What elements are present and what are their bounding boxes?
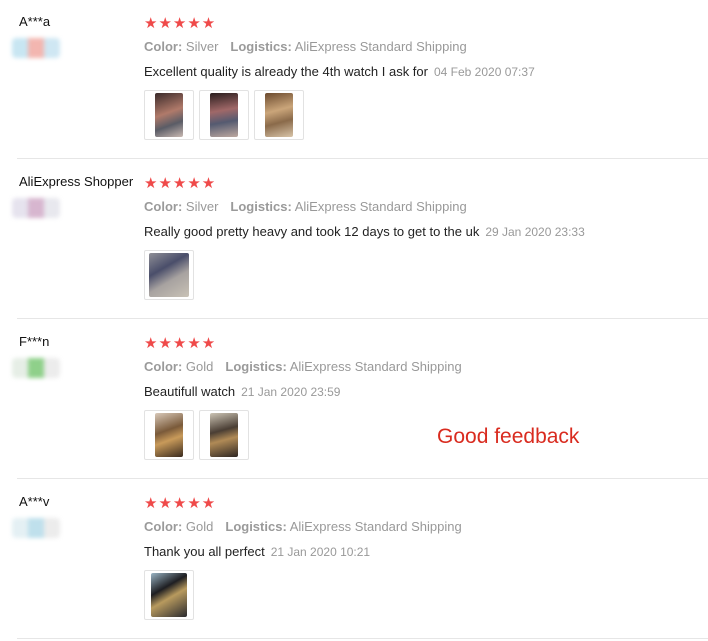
- review-text: Really good pretty heavy and took 12 day…: [144, 224, 480, 239]
- review-text-line: Excellent quality is already the 4th wat…: [144, 64, 535, 79]
- purchase-info: Color: Gold Logistics: AliExpress Standar…: [144, 359, 462, 374]
- review-date: 04 Feb 2020 07:37: [433, 65, 535, 79]
- purchase-info: Color: Gold Logistics: AliExpress Standar…: [144, 519, 462, 534]
- logistics-value: AliExpress Standard Shipping: [289, 519, 462, 534]
- star-rating: ★★★★★: [144, 495, 217, 512]
- star-rating: ★★★★★: [144, 335, 217, 352]
- review-text: Thank you all perfect: [144, 544, 265, 559]
- color-value: Gold: [185, 359, 214, 374]
- logistics-label: Logistics:: [230, 39, 292, 54]
- logistics-label: Logistics:: [230, 199, 292, 214]
- logistics-label: Logistics:: [225, 519, 287, 534]
- review-photo-thumbnail[interactable]: [144, 250, 194, 300]
- annotation-label: Good feedback: [437, 425, 580, 448]
- review-text: Beautifull watch: [144, 384, 236, 399]
- review-photo-thumbnail[interactable]: [144, 570, 194, 620]
- review-photo-thumbnail[interactable]: [144, 410, 194, 460]
- review-date: 29 Jan 2020 23:33: [485, 225, 585, 239]
- review-item: AliExpress Shopper ★★★★★ Color: Silver Lo…: [0, 160, 708, 320]
- review-text-line: Really good pretty heavy and took 12 day…: [144, 224, 585, 239]
- color-value: Gold: [185, 519, 214, 534]
- review-date: 21 Jan 2020 23:59: [241, 385, 341, 399]
- review-item: A***v ★★★★★ Color: Gold Logistics: AliExp…: [0, 480, 708, 640]
- reviewer-name: AliExpress Shopper: [19, 174, 134, 189]
- color-label: Color:: [144, 359, 183, 374]
- star-rating: ★★★★★: [144, 175, 217, 192]
- country-flag-icon: [12, 358, 60, 378]
- review-text-line: Thank you all perfect 21 Jan 2020 10:21: [144, 544, 370, 559]
- reviewer-name: A***v: [19, 494, 50, 509]
- logistics-value: AliExpress Standard Shipping: [294, 39, 467, 54]
- review-photo-thumbnail[interactable]: [254, 90, 304, 140]
- divider: [17, 318, 708, 319]
- divider: [17, 478, 708, 479]
- review-date: 21 Jan 2020 10:21: [270, 545, 371, 559]
- logistics-value: AliExpress Standard Shipping: [289, 359, 462, 374]
- review-item: F***n ★★★★★ Color: Gold Logistics: AliExp…: [0, 320, 708, 480]
- logistics-value: AliExpress Standard Shipping: [294, 199, 467, 214]
- review-item: A***a ★★★★★ Color: Silver Logistics: AliE…: [0, 0, 708, 160]
- purchase-info: Color: Silver Logistics: AliExpress Stand…: [144, 199, 467, 214]
- country-flag-icon: [12, 518, 60, 538]
- logistics-label: Logistics:: [225, 359, 287, 374]
- review-text-line: Beautifull watch 21 Jan 2020 23:59: [144, 384, 340, 399]
- reviewer-name: A***a: [19, 14, 51, 29]
- divider: [17, 638, 708, 639]
- reviewer-name: F***n: [19, 334, 50, 349]
- divider: [17, 158, 708, 159]
- review-photo-thumbnail[interactable]: [199, 410, 249, 460]
- color-label: Color:: [144, 39, 183, 54]
- country-flag-icon: [12, 38, 60, 58]
- review-text: Excellent quality is already the 4th wat…: [144, 64, 428, 79]
- color-value: Silver: [185, 199, 219, 214]
- color-label: Color:: [144, 519, 183, 534]
- color-label: Color:: [144, 199, 183, 214]
- color-value: Silver: [185, 39, 219, 54]
- review-photo-thumbnail[interactable]: [144, 90, 194, 140]
- star-rating: ★★★★★: [144, 15, 217, 32]
- country-flag-icon: [12, 198, 60, 218]
- purchase-info: Color: Silver Logistics: AliExpress Stand…: [144, 39, 467, 54]
- review-photo-thumbnail[interactable]: [199, 90, 249, 140]
